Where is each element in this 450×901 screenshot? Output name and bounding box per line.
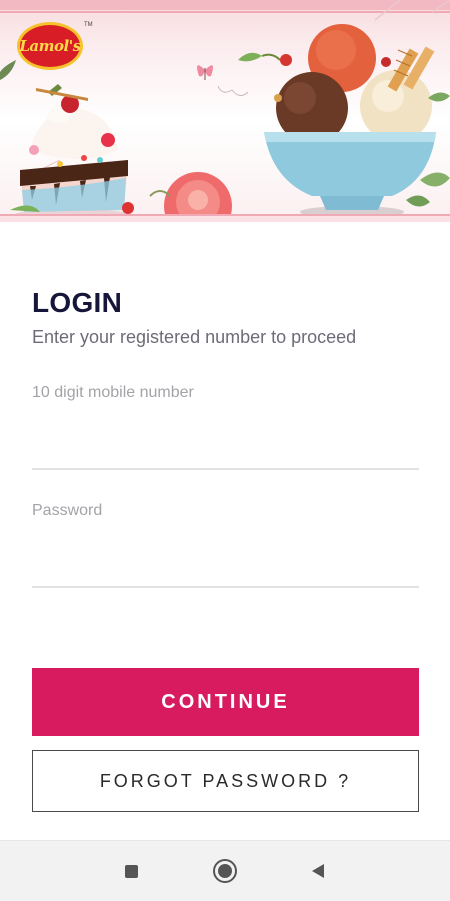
header-banner: Lamol's TM [0,0,450,222]
recents-square-icon [124,864,138,878]
password-label: Password [32,502,103,519]
ice-cream-bowl [264,24,436,218]
brand-logo-text: Lamol's [19,37,81,55]
system-navigation-bar [0,840,450,901]
forgot-password-button[interactable]: FORGOT PASSWORD ? [32,750,419,812]
home-circle-icon [215,861,235,881]
login-title: LOGIN [32,287,123,318]
mobile-number-input[interactable] [32,415,418,455]
home-button[interactable] [195,841,255,901]
brand-logo: Lamol's [17,22,83,70]
cake-dessert [10,84,134,221]
banner-bottom-strip [0,216,450,222]
back-triangle-icon [312,864,324,878]
login-subtitle: Enter your registered number to proceed [32,327,357,347]
mobile-number-underline [32,468,419,470]
trademark-mark: TM [84,22,93,28]
recents-button[interactable] [101,841,161,901]
back-button[interactable] [288,841,348,901]
password-underline [32,586,419,588]
butterfly [197,65,213,80]
continue-button[interactable]: CONTINUE [32,668,419,736]
mobile-number-label: 10 digit mobile number [32,384,194,401]
password-input[interactable] [32,533,418,573]
